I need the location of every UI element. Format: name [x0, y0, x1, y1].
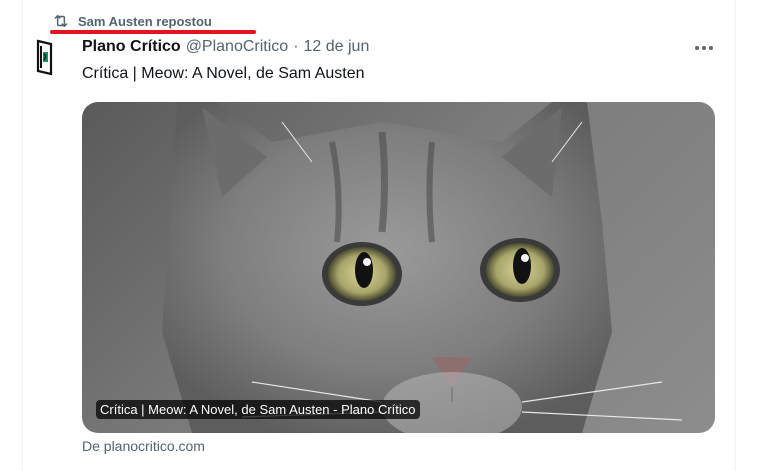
author-name[interactable]: Plano Crítico	[82, 38, 181, 56]
highlight-underline	[50, 30, 256, 34]
repost-label[interactable]: Sam Austen repostou	[78, 14, 212, 29]
repost-context[interactable]: Sam Austen repostou	[52, 10, 212, 32]
kitten-image	[162, 102, 683, 433]
post-date[interactable]: 12 de jun	[304, 38, 370, 56]
link-preview-caption[interactable]: Crítica | Meow: A Novel, de Sam Austen -…	[96, 400, 420, 419]
repost-icon	[52, 12, 70, 30]
avatar[interactable]	[33, 38, 57, 78]
header-separator: ·	[293, 38, 299, 55]
post-text: Crítica | Meow: A Novel, de Sam Austen	[82, 65, 365, 82]
link-preview-card[interactable]: Crítica | Meow: A Novel, de Sam Austen -…	[82, 102, 715, 433]
link-source[interactable]: De planocritico.com	[82, 438, 205, 454]
more-icon	[695, 46, 713, 50]
post-header: Plano Crítico @PlanoCritico · 12 de jun	[82, 38, 720, 56]
author-handle[interactable]: @PlanoCritico	[186, 38, 289, 56]
more-options-button[interactable]	[690, 36, 718, 60]
post-container: Sam Austen repostou Plano Crítico @Plano…	[0, 0, 768, 471]
